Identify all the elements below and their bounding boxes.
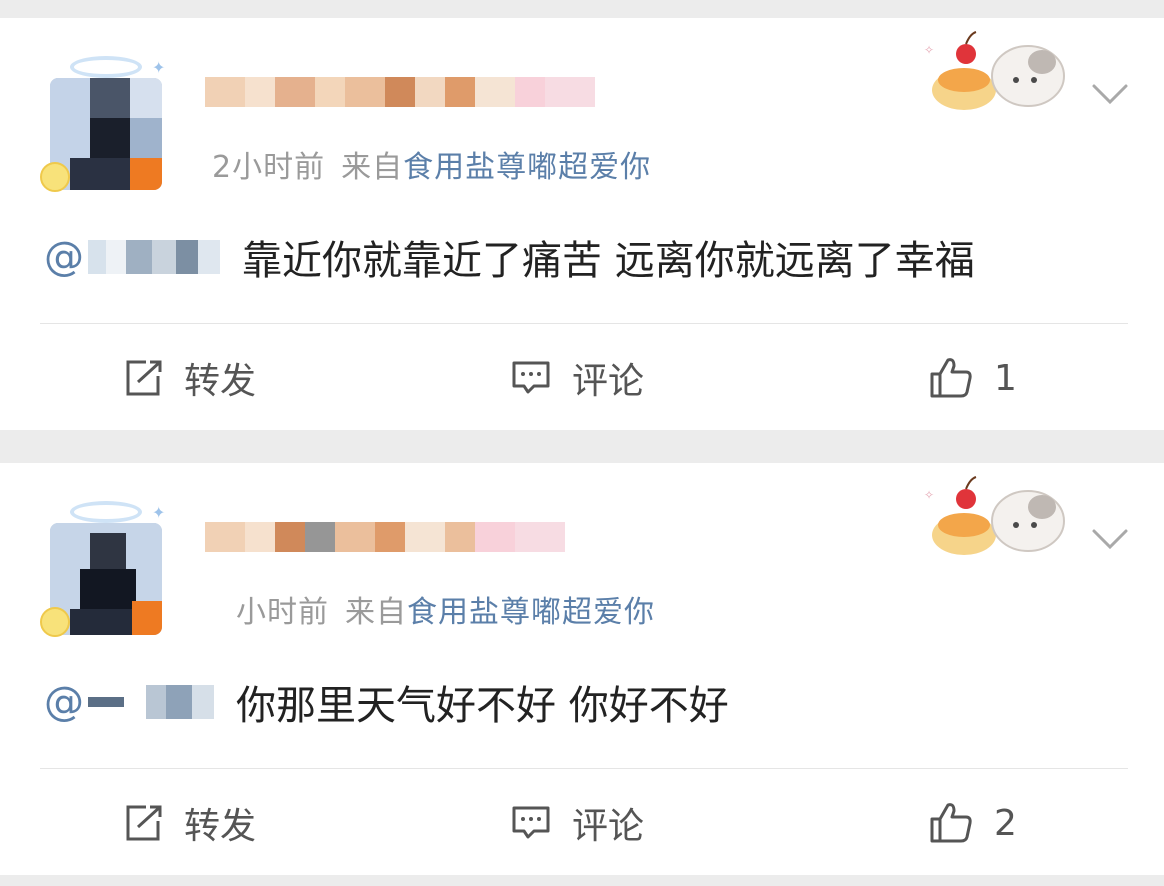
like-button[interactable]: 2 [928,793,1017,853]
comment-label: 评论 [572,806,645,847]
action-bar: 转发 评论 1 [0,348,1164,408]
repost-label: 转发 [184,806,257,847]
lemon-decoration [40,607,70,637]
share-box-icon [126,360,162,396]
comment-label: 评论 [572,361,645,402]
divider [40,323,1128,324]
username-blurred[interactable] [205,70,605,114]
from-label: 来自 [341,150,404,185]
comment-body: 你那里天气好不好 你好不好 [236,683,729,729]
user-avatar[interactable]: ✦ [40,56,168,204]
mention-name-blurred [88,240,220,274]
like-count: 1 [994,357,1017,399]
comment-bubble-icon [512,361,550,394]
halo-decoration [70,501,142,523]
comment-body: 靠近你就靠近了痛苦 远离你就远离了幸福 [242,238,975,284]
sparkle-icon: ✦ [152,58,166,77]
post-time: 2小时前 [212,150,326,185]
comment-card: ✦ 小时前 来自食用盐尊嘟超爱你 ✧ @ 你那里天气好不好 你好不好 转发 评论… [0,463,1164,875]
comment-text: @ 靠近你就靠近了痛苦 远离你就远离了幸福 [44,228,975,286]
repost-label: 转发 [184,361,257,402]
action-bar: 转发 评论 2 [0,793,1164,853]
comment-bubble-icon [512,806,550,839]
divider [40,768,1128,769]
halo-decoration [70,56,142,78]
thumbs-up-icon [930,803,972,843]
like-button[interactable]: 1 [928,348,1017,408]
mention-name-blurred [88,685,214,719]
comment-button[interactable]: 评论 [510,348,644,408]
comment-button[interactable]: 评论 [510,793,644,853]
user-avatar[interactable]: ✦ [40,501,168,649]
repost-button[interactable]: 转发 [122,793,256,853]
weibo-comment-feed: ✦ 2小时前 来自食用盐尊嘟超爱你 ✧ @ 靠近你就靠近了痛苦 远离你就远离了幸… [0,0,1164,886]
mention-prefix: @ [44,234,84,280]
sparkle-icon: ✦ [152,503,166,522]
like-count: 2 [994,802,1017,844]
post-time: 小时前 [236,595,329,630]
thumbs-up-icon [930,358,972,398]
lemon-decoration [40,162,70,192]
mention-link[interactable]: @ [44,679,214,725]
post-source[interactable]: 食用盐尊嘟超爱你 [403,150,651,185]
comment-text: @ 你那里天气好不好 你好不好 [44,673,729,731]
username-blurred[interactable] [205,515,605,559]
mention-prefix: @ [44,679,84,725]
post-meta: 2小时前 来自食用盐尊嘟超爱你 [212,142,651,186]
svg-text:✧: ✧ [924,43,934,57]
repost-button[interactable]: 转发 [122,348,256,408]
pudding-cat-sticker: ✧ [924,31,1065,110]
post-meta: 小时前 来自食用盐尊嘟超爱你 [236,587,655,631]
share-box-icon [126,805,162,841]
from-label: 来自 [345,595,407,630]
post-source[interactable]: 食用盐尊嘟超爱你 [407,595,655,630]
comment-card: ✦ 2小时前 来自食用盐尊嘟超爱你 ✧ @ 靠近你就靠近了痛苦 远离你就远离了幸… [0,18,1164,430]
mention-link[interactable]: @ [44,234,220,280]
chevron-down-icon[interactable] [1090,78,1130,108]
pudding-cat-sticker: ✧ [924,476,1065,555]
chevron-down-icon[interactable] [1090,523,1130,553]
svg-text:✧: ✧ [924,488,934,502]
